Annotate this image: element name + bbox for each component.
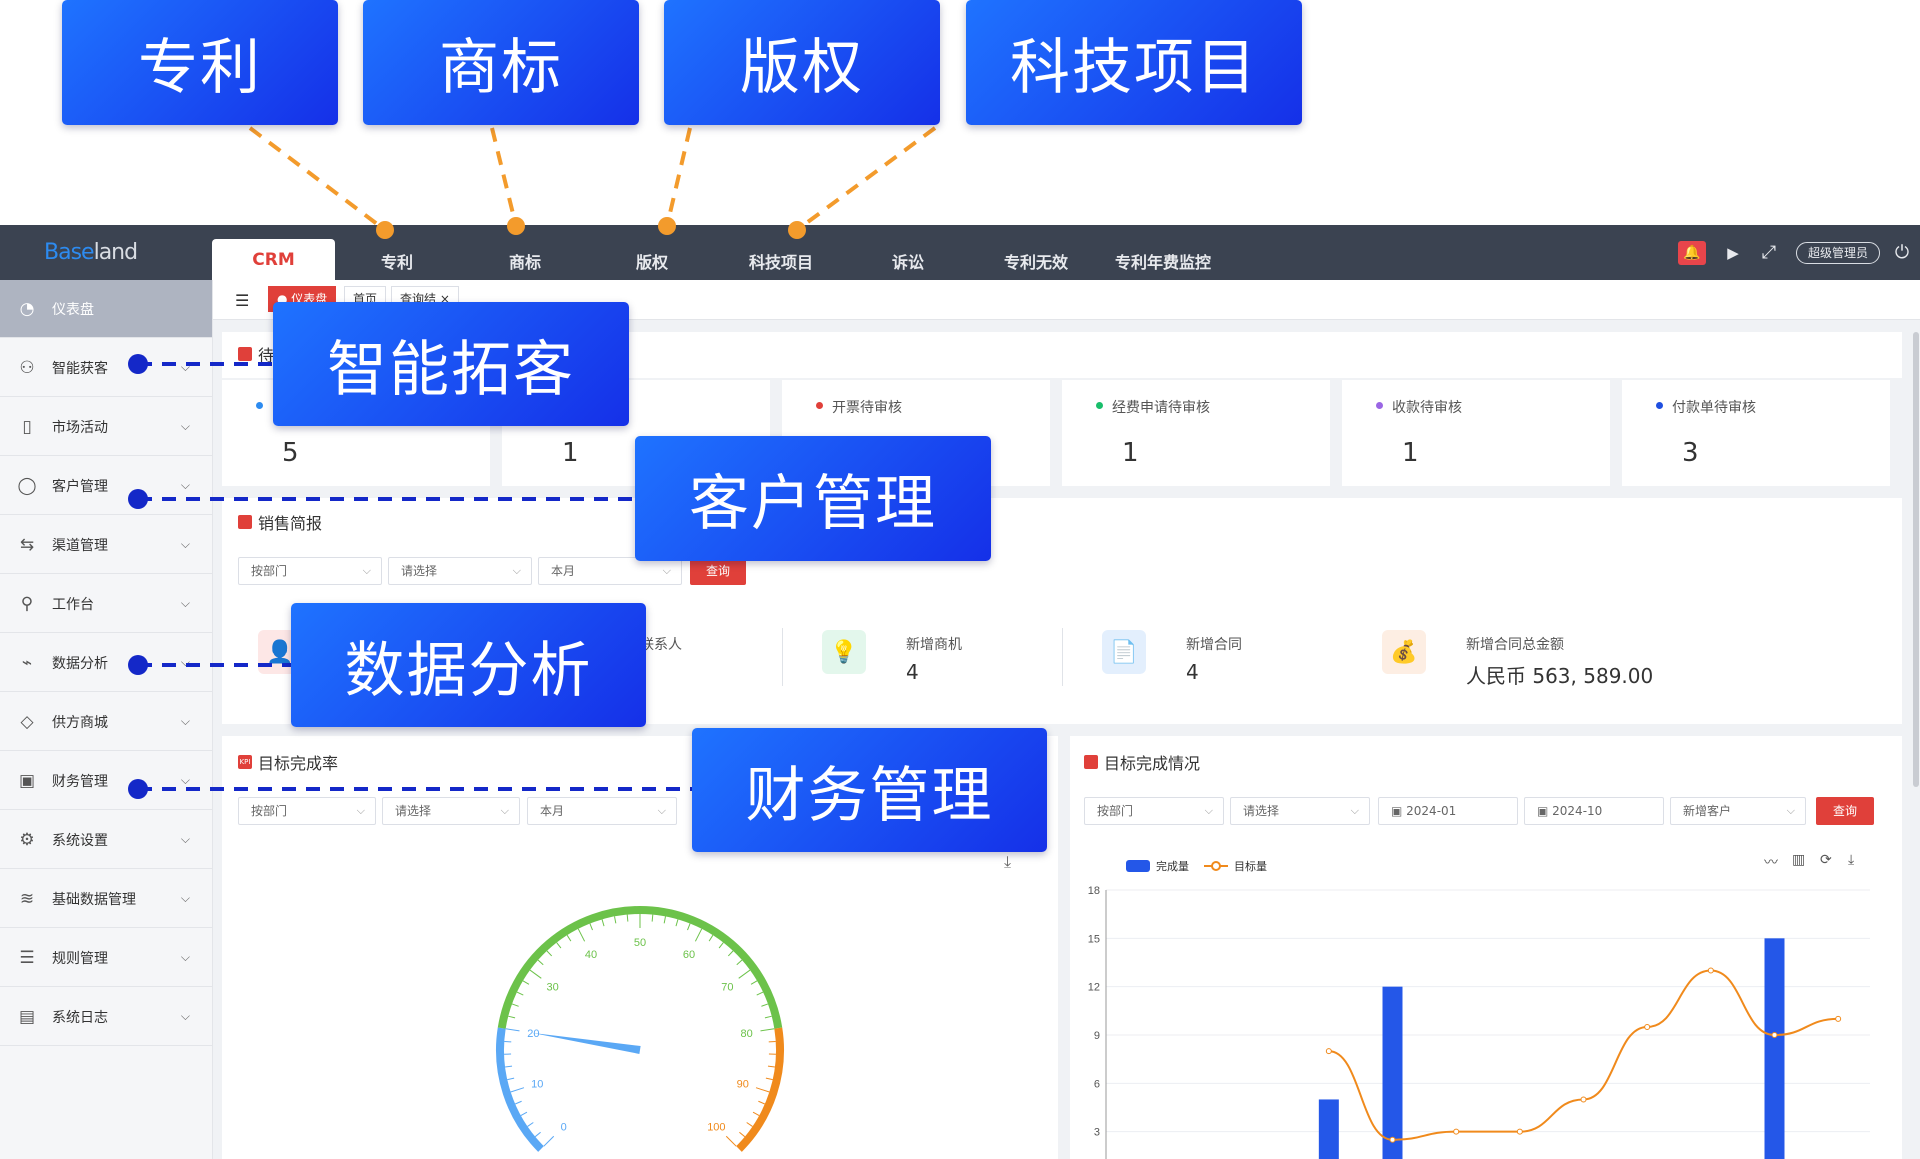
- callout-data-analysis: 数据分析: [291, 603, 646, 727]
- callout-trademark: 商标: [363, 0, 639, 125]
- callout-finance-management: 财务管理: [692, 728, 1047, 852]
- callout-copyright: 版权: [664, 0, 940, 125]
- callout-customer-management: 客户管理: [635, 436, 991, 561]
- callout-tech-project: 科技项目: [966, 0, 1302, 125]
- callout-smart-prospecting: 智能拓客: [273, 302, 629, 426]
- callout-connectors: [128, 126, 937, 799]
- callout-patent: 专利: [62, 0, 338, 125]
